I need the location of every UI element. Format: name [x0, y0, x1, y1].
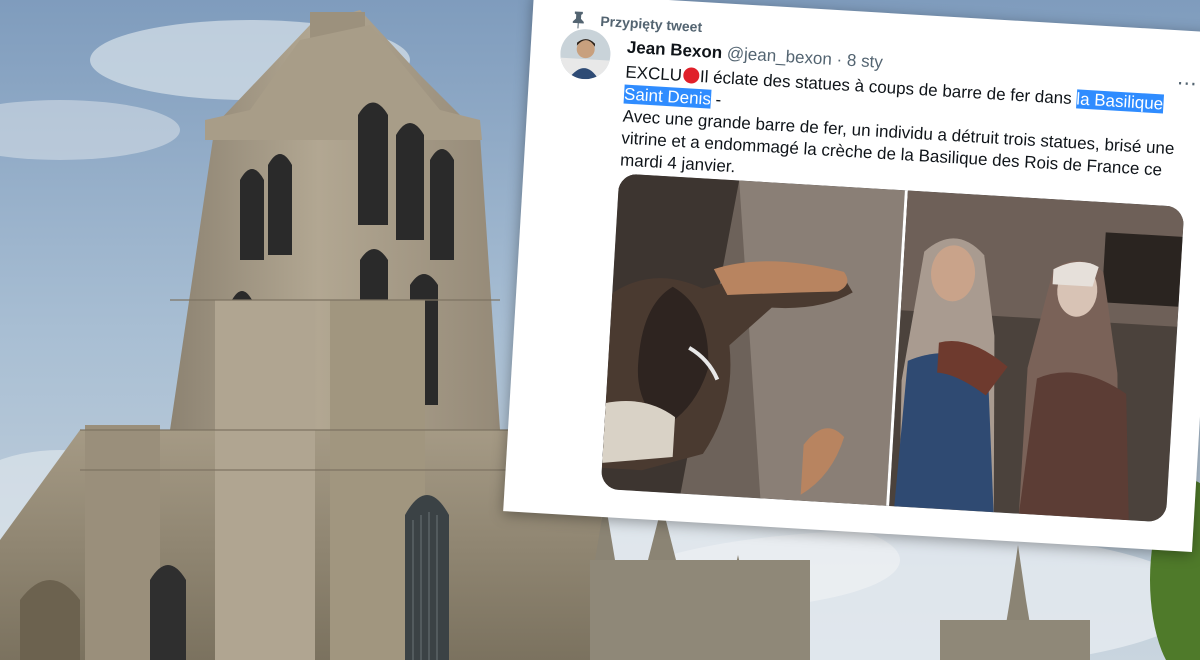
- pinned-label: Przypięty tweet: [599, 13, 703, 36]
- tweet-date[interactable]: 8 sty: [846, 51, 883, 72]
- separator-dot: ·: [836, 50, 843, 70]
- media-photo-right[interactable]: [889, 190, 1185, 523]
- avatar[interactable]: [558, 27, 612, 81]
- media-photo-left[interactable]: [600, 173, 905, 506]
- more-icon[interactable]: ⋯: [1176, 70, 1198, 96]
- text-exclu: EXCLU: [624, 62, 683, 85]
- text-dash: -: [710, 89, 722, 110]
- tweet-card[interactable]: Przypięty tweet Jean Bexon @jean_bexon ·…: [503, 0, 1200, 553]
- pinned-indicator: Przypięty tweet: [572, 11, 703, 36]
- red-circle-icon: [682, 66, 700, 84]
- author-name[interactable]: Jean Bexon: [626, 38, 722, 63]
- avatar-image: [558, 27, 612, 81]
- text-main: Il éclate des statues à coups de barre d…: [699, 67, 1077, 109]
- pin-icon: [572, 11, 584, 29]
- author-handle[interactable]: @jean_bexon: [726, 44, 832, 69]
- tweet-media[interactable]: [600, 173, 1185, 523]
